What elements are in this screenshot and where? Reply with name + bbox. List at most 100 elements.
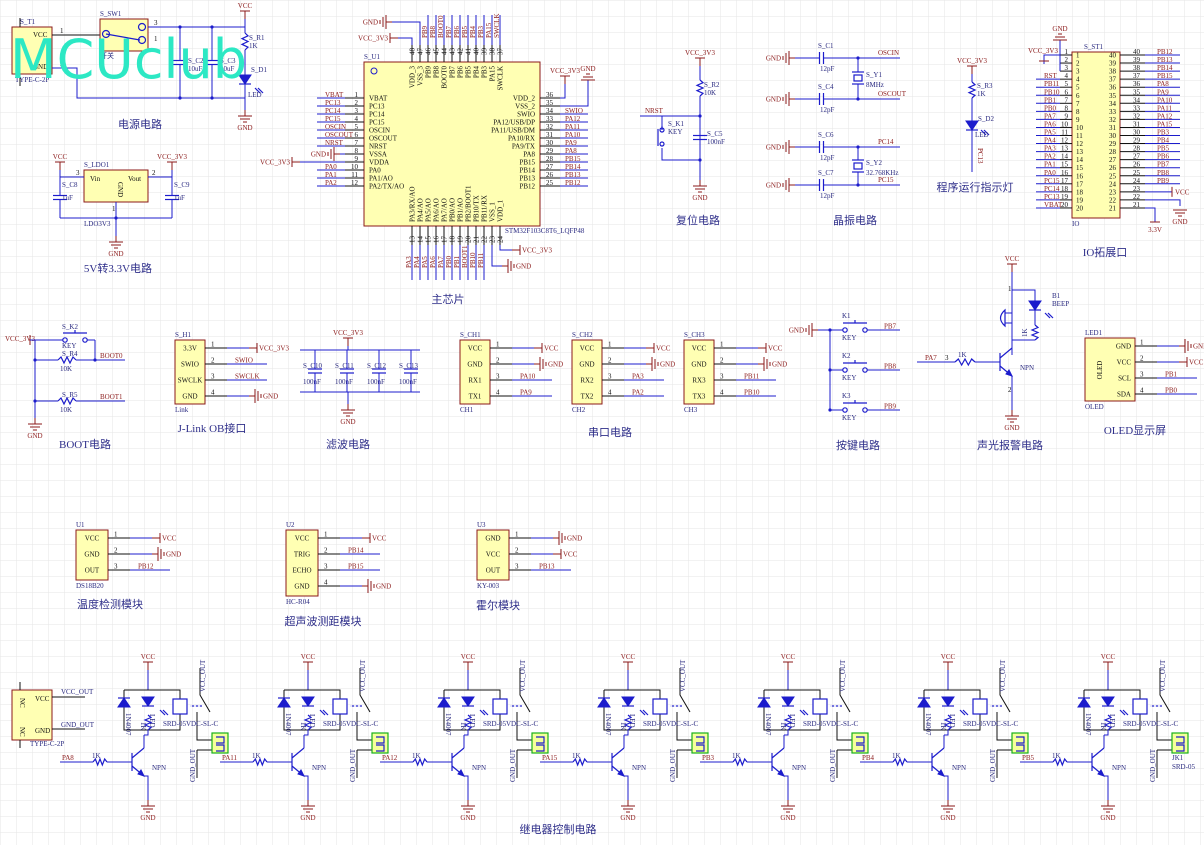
part-name: SRD-05 [1172,763,1195,771]
net-label: PC13 [1044,193,1060,201]
net-label: VCC_OUT [61,688,94,696]
net-label: PB13 [1157,56,1173,64]
pin-name: PA11/USB/DM [491,127,536,135]
pin-number: 24 [497,236,505,244]
power-label: VCC_3V3 [358,35,388,43]
part-value: 1K [139,722,147,731]
pin-number: 21 [1133,201,1141,209]
net-label: PB8 [429,25,437,38]
pin-name: PA4/AO [417,198,425,222]
net-label: VBAT [1044,201,1063,209]
junction-dot [210,96,214,100]
pin-number: 31 [1109,124,1117,132]
ref-designator: S_D2 [978,115,994,123]
net-label: PB12 [138,563,154,571]
part-value: 12pF [820,106,835,114]
net-label: PB11 [744,373,760,381]
ground-label: GND [1172,218,1187,226]
net-label: PB15 [348,563,364,571]
power-label: VCC [1101,653,1116,661]
pin-name: VDDA [369,159,389,167]
pin-name: SWCLK [178,377,203,385]
ref-designator: S_R2 [704,81,720,89]
net-label: PB11 [477,252,485,268]
pin-number: 15 [1076,164,1084,172]
ground-label: GND [620,814,635,822]
net-label: PB14 [348,547,364,555]
net-label: PC15 [325,115,341,123]
part-value: 1K [299,722,307,731]
ground-label: GND [27,432,42,440]
power-label: VCC [941,653,956,661]
part-value: 1K [92,752,101,760]
section-title-led: 程序运行指示灯 [937,180,1014,194]
net-label: SWIO [565,107,583,115]
net-label: PB3 [477,25,485,38]
pin-name: VSS_1 [489,202,497,222]
ground-label: GND [166,551,181,559]
pin-number: 11 [351,171,358,179]
relay-input-label: PB5 [1022,754,1035,762]
net-label: GND_OUT [1149,748,1157,782]
pin-name: PB4 [473,66,481,79]
pin-number: 38 [489,48,497,56]
net-label: PA9 [520,389,532,397]
part-value: 1K [252,752,261,760]
part-name: KY-003 [477,582,500,590]
pin-number: 47 [417,48,425,56]
pin-name: SWIO [517,111,535,119]
pin-number: 19 [1076,196,1084,204]
pin-name: SCL [1118,375,1131,383]
part-name: CH1 [460,406,474,414]
section-title-relay: 继电器控制电路 [520,822,597,836]
pin-number: 12 [351,179,359,187]
pin-number: 1 [608,341,612,349]
power-label: VCC [544,345,559,353]
pin-number: 34 [546,107,554,115]
power-label: VCC [1175,188,1190,196]
pin-number: 24 [1109,180,1117,188]
pin-name: GND [691,361,706,369]
part-name: SRD-05VDC-SL-C [163,720,219,728]
pin-name: PA1/AO [369,175,393,183]
part-value: KEY [842,374,856,382]
pin-number: 11 [1061,129,1068,137]
ground-label: GND [692,194,707,202]
net-label: PC13 [325,99,341,107]
pin-number: 29 [546,147,554,155]
net-label: BOOT1 [461,245,469,268]
pin-number: 17 [1076,180,1084,188]
ground-label: GND [766,182,781,190]
pin-name: PA5/AO [425,198,433,222]
power-label: VCC [141,653,156,661]
pin-number: 5 [1076,84,1080,92]
pin-number: 22 [481,236,489,244]
ref-designator: U3 [477,521,486,529]
relay-coil-icon [1132,698,1148,715]
net-label: PA9 [565,139,577,147]
pin-number: 1 [1008,285,1012,293]
ref-designator: S_LDO1 [84,161,110,169]
net-label: PA11 [565,123,581,131]
pin-number: 3 [324,563,328,571]
power-label: VCC [1189,359,1204,367]
net-label: PB13 [539,563,555,571]
power-label: VCC_3V3 [5,335,35,343]
section-title-io: IO拓展口 [1083,245,1128,259]
ref-designator: LED1 [1085,329,1103,337]
pin-number: 1 [324,531,328,539]
pin-number: 3 [1076,68,1080,76]
part-name: SRD-05VDC-SL-C [803,720,859,728]
pin-number: 4 [355,115,359,123]
pin-number: 17 [441,236,449,244]
pin-name: VCC [85,535,100,543]
pin-number: 3 [720,373,724,381]
pin-name: PB3 [481,66,489,79]
pin-number: 12 [1076,140,1084,148]
pin-name: VBAT [369,95,388,103]
pin-name: GND [84,551,99,559]
pin-number: 17 [1061,177,1069,185]
net-label: PB1 [1165,371,1178,379]
pin-name: OSCIN [369,127,390,135]
section-title-reset: 复位电路 [676,213,720,227]
